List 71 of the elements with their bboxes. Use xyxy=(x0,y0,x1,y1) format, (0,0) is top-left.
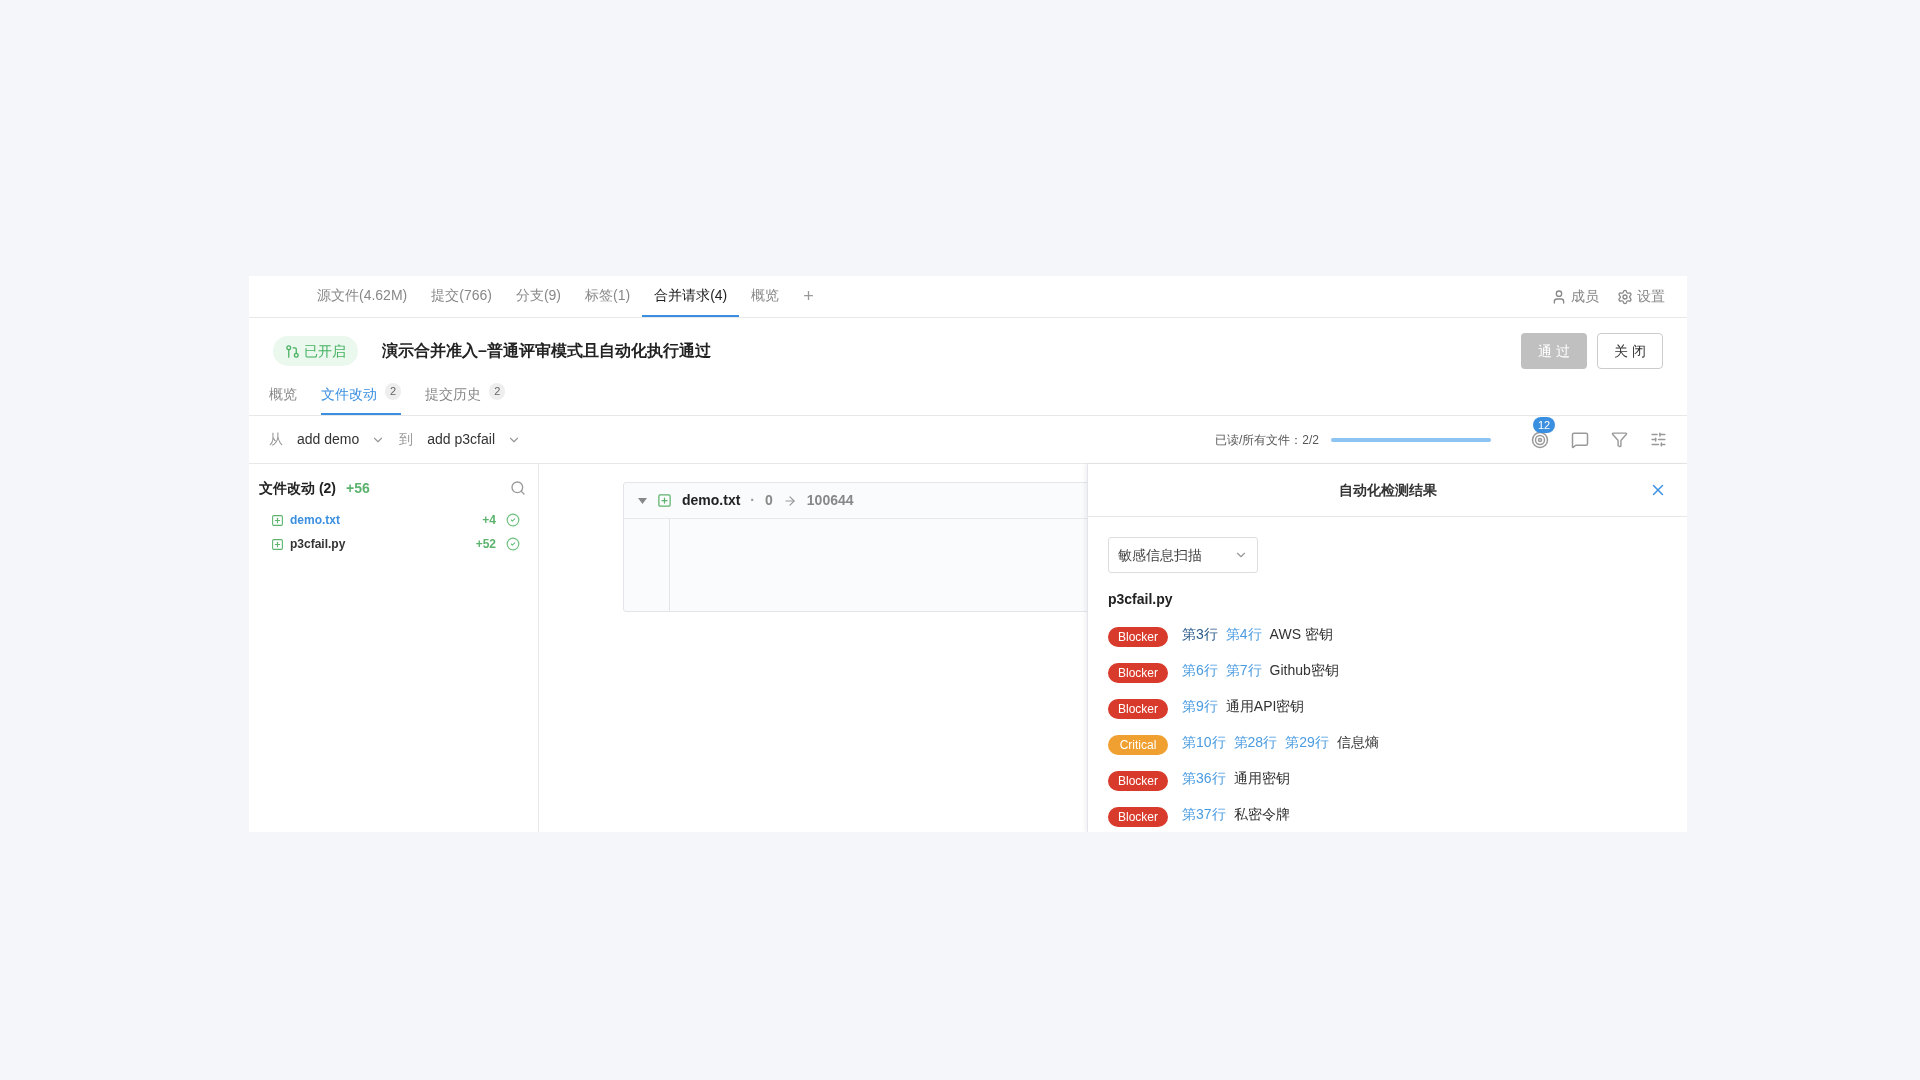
options-button[interactable] xyxy=(1650,431,1667,448)
settings-icon xyxy=(1617,288,1633,305)
filter-icon xyxy=(1611,431,1628,448)
filter-button[interactable] xyxy=(1611,431,1628,448)
rule-name: 通用API密钥 xyxy=(1225,696,1305,716)
read-files-text: 已读/所有文件：2/2 xyxy=(1215,431,1319,449)
nav-tab[interactable]: 概览 xyxy=(739,276,792,317)
added-file-icon xyxy=(271,537,284,551)
line-link[interactable]: 第10行 xyxy=(1182,731,1226,753)
sub-tab[interactable]: 概览 xyxy=(269,384,297,415)
from-label: 从 xyxy=(269,430,283,449)
line-link[interactable]: 第4行 xyxy=(1225,623,1262,645)
added-file-icon xyxy=(271,513,284,527)
sliders-icon xyxy=(1650,431,1667,448)
request-title: 演示合并准入–普通评审模式且自动化执行通过 xyxy=(382,341,711,361)
added-file-icon xyxy=(657,493,672,508)
check-circle-icon xyxy=(506,513,520,527)
settings-button[interactable]: 设置 xyxy=(1617,276,1665,317)
rule-name: Github密钥 xyxy=(1269,660,1339,680)
rule-name: 私密令牌 xyxy=(1233,804,1290,824)
new-mode: 100644 xyxy=(806,491,854,510)
sub-tab[interactable]: 文件改动 2 xyxy=(321,384,402,415)
close-button[interactable]: 关 闭 xyxy=(1597,333,1663,369)
severity-tag: Blocker xyxy=(1108,771,1168,791)
user-icon xyxy=(1551,288,1567,305)
to-label: 到 xyxy=(399,430,414,449)
collapse-caret-icon[interactable] xyxy=(638,497,647,504)
nav-tab[interactable]: 分支(9) xyxy=(503,276,574,317)
members-button[interactable]: 成员 xyxy=(1551,276,1599,317)
nav-tab[interactable]: 提交(766) xyxy=(419,276,504,317)
line-link[interactable]: 第29行 xyxy=(1285,731,1329,753)
count-badge: 12 xyxy=(1533,416,1556,433)
arrow-icon xyxy=(782,493,797,508)
severity-tag: Blocker xyxy=(1108,807,1168,827)
target-branch-select[interactable]: add p3cfail xyxy=(427,429,521,450)
severity-tag: Blocker xyxy=(1108,663,1168,683)
result-file-name: p3cfail.py xyxy=(1108,590,1174,609)
severity-tag: Critical xyxy=(1108,735,1168,755)
comment-icon xyxy=(1571,430,1589,449)
line-link[interactable]: 第6行 xyxy=(1182,659,1218,681)
diff-file-name: demo.txt xyxy=(682,491,741,510)
rule-name: 通用密钥 xyxy=(1233,768,1290,788)
line-link[interactable]: 第7行 xyxy=(1225,659,1262,681)
file-item[interactable]: demo.txt +4 xyxy=(259,508,528,532)
scanner-select[interactable]: 敏感信息扫描 xyxy=(1108,537,1258,573)
sub-tab[interactable]: 提交历史 2 xyxy=(425,384,506,415)
panel-title: 自动化检测结果 xyxy=(1338,480,1437,500)
line-link[interactable]: 第9行 xyxy=(1182,695,1218,717)
total-additions: +56 xyxy=(346,478,370,498)
file-item[interactable]: p3cfail.py +52 xyxy=(259,532,528,556)
rule-name: AWS 密钥 xyxy=(1269,624,1333,644)
status-badge: 已开启 xyxy=(273,336,358,366)
severity-tag: Blocker xyxy=(1108,699,1168,719)
files-title: 文件改动 (2) xyxy=(259,478,336,498)
source-branch-select[interactable]: add demo xyxy=(297,429,386,450)
nav-tab[interactable]: 标签(1) xyxy=(573,276,643,317)
line-link[interactable]: 第3行 xyxy=(1182,623,1218,645)
old-mode: 0 xyxy=(765,491,773,510)
nav-tab[interactable]: 合并请求(4) xyxy=(642,276,740,317)
nav-tab[interactable]: 源文件(4.62M) xyxy=(305,276,420,317)
check-circle-icon xyxy=(506,537,520,551)
rule-name: 信息熵 xyxy=(1336,732,1379,752)
search-icon xyxy=(510,480,526,496)
line-link[interactable]: 第37行 xyxy=(1182,803,1226,825)
line-link[interactable]: 第28行 xyxy=(1233,731,1278,753)
line-link[interactable]: 第36行 xyxy=(1182,767,1226,789)
add-tab-button[interactable]: + xyxy=(791,276,826,317)
comment-button[interactable] xyxy=(1571,430,1589,449)
target-button[interactable] xyxy=(1531,430,1549,449)
severity-tag: Blocker xyxy=(1108,627,1168,647)
separator-dot: · xyxy=(750,491,755,510)
